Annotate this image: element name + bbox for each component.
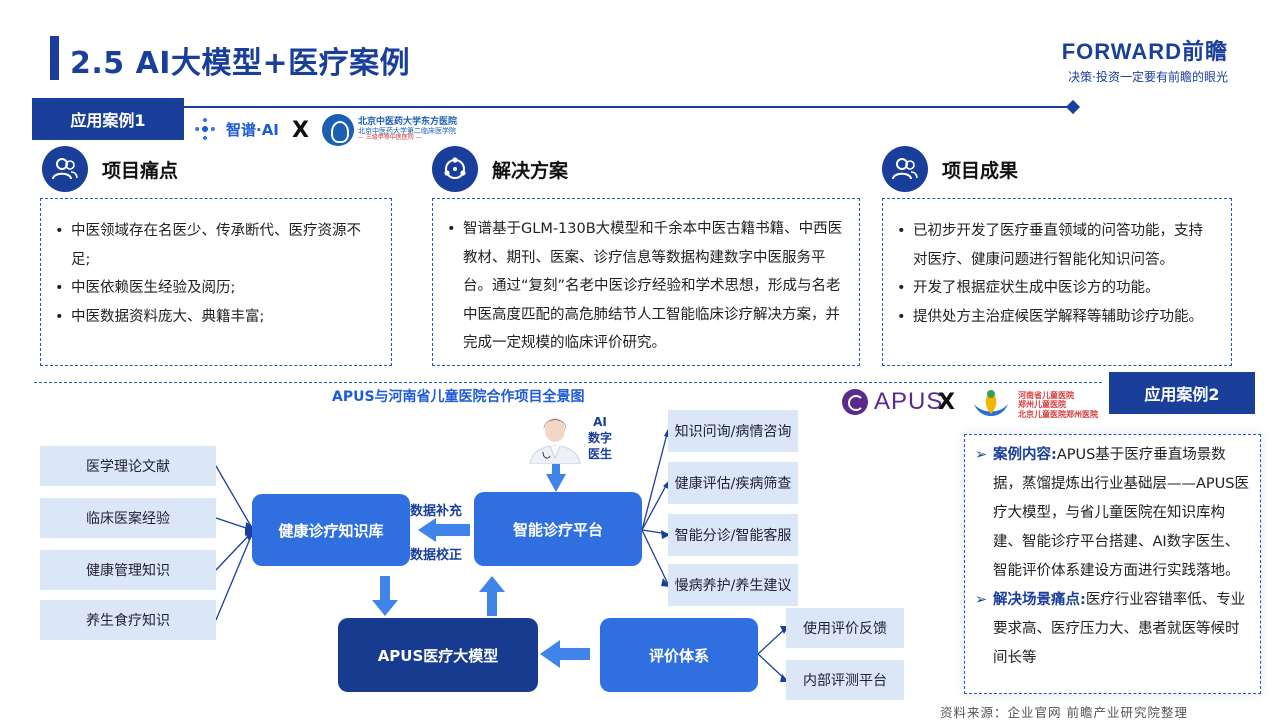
- henan-childrens-hospital-logo: 河南省儿童医院 郑州儿童医院 北京儿童医院郑州医院: [970, 384, 1098, 426]
- ai-doctor-label: AI 数字 医生: [588, 415, 613, 461]
- source-diet-therapy: 养生食疗知识: [40, 600, 216, 640]
- case2-pain: ➢ 解决场景痛点:医疗行业容错率低、专业要求高、医疗压力大、患者就医等候时间长等: [975, 586, 1250, 673]
- output-screening: 健康评估/疾病筛查: [668, 462, 798, 504]
- eval-internal-platform: 内部评测平台: [786, 660, 904, 700]
- source-medical-theory: 医学理论文献: [40, 446, 216, 486]
- case2-pain-key: 解决场景痛点:: [993, 592, 1086, 608]
- source-clinical-cases: 临床医案经验: [40, 498, 216, 538]
- apus-mark-icon: [842, 389, 868, 415]
- data-correction-label: 数据校正: [410, 548, 463, 563]
- hospital2-line: 郑州儿童医院: [1018, 400, 1066, 410]
- data-supplement-label: 数据补充: [410, 504, 463, 519]
- knowledge-base-node: 健康诊疗知识库: [252, 494, 410, 566]
- childrens-hospital-emblem-icon: [970, 384, 1012, 426]
- source-health-mgmt: 健康管理知识: [40, 550, 216, 590]
- case2-content-key: 案例内容:: [993, 447, 1057, 463]
- ai-doctor-avatar: [526, 412, 584, 465]
- apus-name: APUS: [874, 388, 944, 415]
- output-triage: 智能分诊/智能客服: [668, 514, 798, 556]
- case2-content-text: APUS基于医疗垂直场景数据，蒸馏提炼出行业基础层——APUS医疗大模型，与省儿…: [993, 447, 1249, 579]
- apus-logo: APUS: [842, 388, 943, 416]
- case2-box: ➢ 案例内容:APUS基于医疗垂直场景数据，蒸馏提炼出行业基础层——APUS医疗…: [964, 434, 1261, 694]
- eval-feedback: 使用评价反馈: [786, 608, 904, 648]
- hospital2-line: 北京儿童医院郑州医院: [1018, 409, 1098, 419]
- output-chronic-care: 慢病养护/养生建议: [668, 564, 798, 606]
- apus-model-node: APUS医疗大模型: [338, 618, 538, 692]
- arrow-bullet-icon: ➢: [975, 447, 988, 463]
- evaluation-node: 评价体系: [600, 618, 758, 692]
- output-consultation: 知识问询/病情咨询: [668, 410, 798, 452]
- diagnosis-platform-node: 智能诊疗平台: [474, 492, 642, 566]
- case2-content: ➢ 案例内容:APUS基于医疗垂直场景数据，蒸馏提炼出行业基础层——APUS医疗…: [975, 441, 1250, 586]
- arrow-bullet-icon: ➢: [975, 592, 988, 608]
- source-note: 资料来源：企业官网 前瞻产业研究院整理: [940, 705, 1188, 720]
- case2-cross: X: [938, 390, 955, 415]
- case2-label: 应用案例2: [1109, 372, 1255, 414]
